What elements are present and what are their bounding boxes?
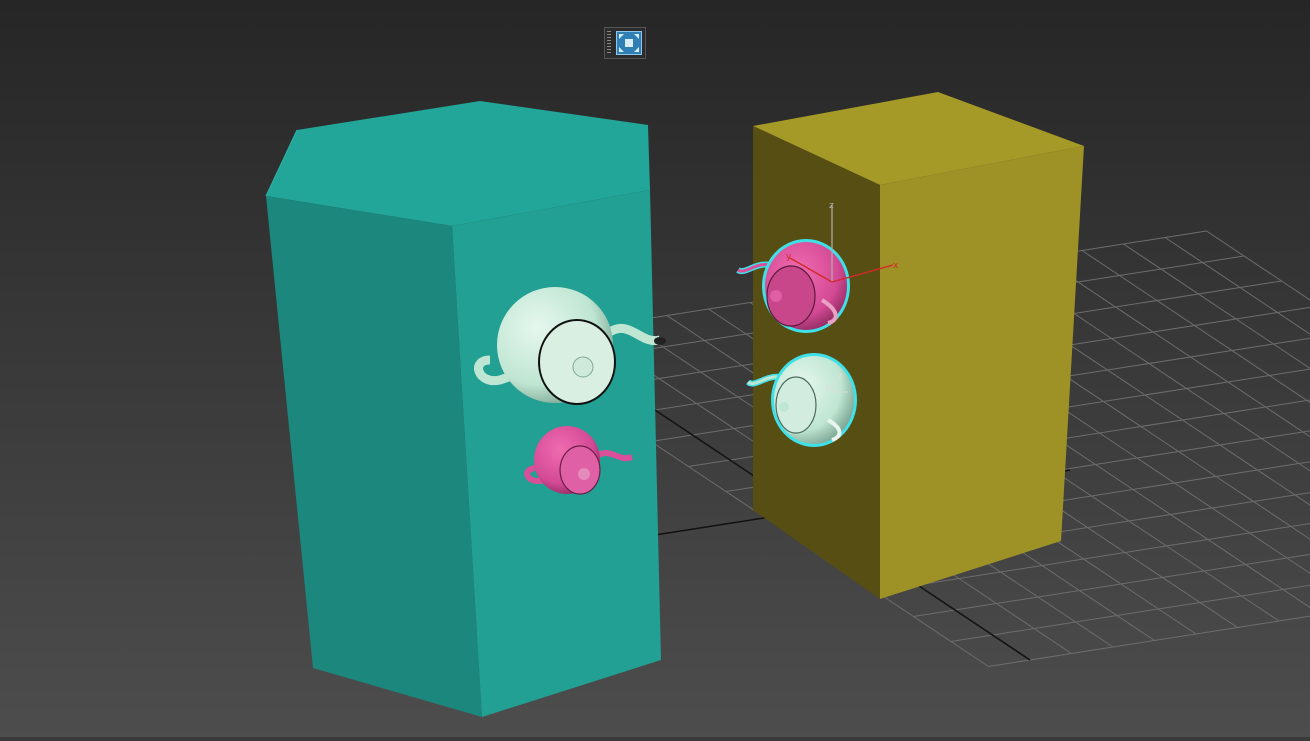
pivot-z-label: z — [838, 371, 843, 381]
3d-viewport[interactable]: z x y z y — [0, 0, 1310, 737]
hex-prism-object[interactable] — [266, 101, 661, 717]
box-object[interactable] — [753, 92, 1084, 599]
pivot-y-label: y — [825, 383, 831, 393]
maximize-viewport-icon — [616, 31, 642, 55]
expand-arrows-icon — [617, 32, 641, 54]
gizmo-x-label: x — [893, 261, 899, 271]
box-right-face — [880, 146, 1084, 599]
gizmo-z-label: z — [829, 201, 834, 211]
maximize-viewport-button[interactable] — [604, 27, 646, 59]
gizmo-y-label: y — [786, 252, 792, 262]
drag-grip-icon — [607, 31, 611, 55]
viewport-scene[interactable]: z x y z y — [0, 0, 1310, 737]
